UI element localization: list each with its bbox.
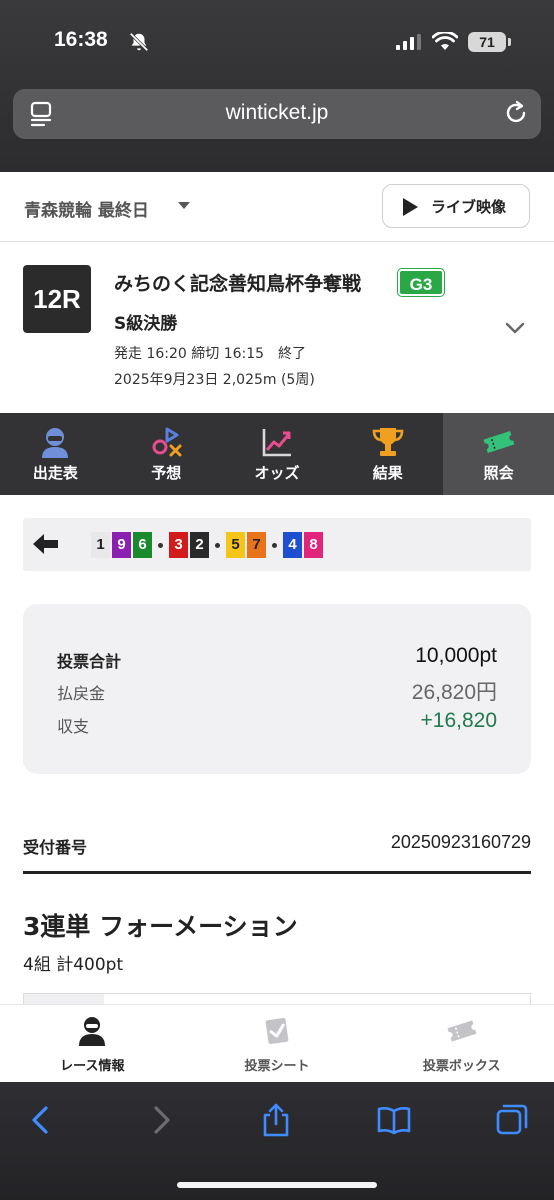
tab-entries-label: 出走表 bbox=[32, 464, 78, 482]
caret-down-icon[interactable] bbox=[178, 202, 190, 209]
venue-header: 青森競輪 最終日 ライブ映像 bbox=[0, 172, 554, 242]
summary-total-row: 投票合計 10,000pt bbox=[57, 644, 497, 672]
battery-indicator: 71 bbox=[468, 32, 511, 52]
trophy-icon bbox=[372, 428, 404, 456]
ticket-box-icon bbox=[447, 1020, 477, 1042]
arrow-left-icon bbox=[33, 534, 58, 554]
bet-type-heading: 3連単 フォーメーション bbox=[23, 912, 298, 941]
tab-inquiry[interactable]: 照会 bbox=[443, 413, 554, 495]
balance-label: 収支 bbox=[57, 717, 90, 736]
lineup-bike-number: 4 bbox=[283, 532, 302, 558]
live-video-button[interactable]: ライブ映像 bbox=[382, 184, 530, 228]
chevron-down-icon[interactable] bbox=[504, 317, 526, 339]
nav-race-info-label: レース情報 bbox=[60, 1059, 125, 1074]
tab-prediction-label: 予想 bbox=[151, 464, 182, 482]
nav-ticket-box[interactable]: 投票ボックス bbox=[369, 1005, 554, 1082]
tab-prediction[interactable]: 予想 bbox=[111, 413, 222, 495]
total-value: 10,000pt bbox=[415, 644, 497, 667]
lineup-numbers: 196325748 bbox=[91, 532, 325, 558]
tab-inquiry-label: 照会 bbox=[483, 464, 514, 482]
ticket-icon bbox=[483, 431, 515, 453]
url-text[interactable]: winticket.jp bbox=[13, 101, 541, 125]
nav-bet-sheet[interactable]: 投票シート bbox=[185, 1005, 370, 1082]
race-number-badge: 12R bbox=[23, 265, 91, 333]
lineup-bike-number: 3 bbox=[169, 532, 188, 558]
share-icon[interactable] bbox=[258, 1102, 294, 1138]
cellular-signal-icon bbox=[396, 34, 421, 50]
tab-results[interactable]: 結果 bbox=[332, 413, 443, 495]
balance-value: +16,820 bbox=[420, 709, 498, 732]
home-indicator bbox=[177, 1182, 377, 1188]
lineup-bike-number: 7 bbox=[247, 532, 266, 558]
receipt-number: 20250923160729 bbox=[390, 832, 531, 852]
lineup-separator-dot bbox=[158, 542, 163, 548]
odds-chart-icon bbox=[262, 429, 291, 457]
tab-results-label: 結果 bbox=[372, 464, 403, 482]
wifi-icon bbox=[432, 32, 458, 50]
tab-odds-label: オッズ bbox=[254, 464, 300, 482]
lineup-bike-number: 1 bbox=[91, 532, 110, 558]
lineup-bike-number: 6 bbox=[133, 532, 152, 558]
bell-muted-icon bbox=[129, 32, 149, 52]
tabs-icon[interactable] bbox=[494, 1102, 530, 1138]
race-subtitle: S級決勝 bbox=[114, 314, 178, 334]
grade-badge: G3 bbox=[398, 269, 444, 296]
race-date-distance: 2025年9月23日 2,025m (5周) bbox=[114, 372, 315, 388]
receipt-label: 受付番号 bbox=[23, 838, 88, 857]
back-icon[interactable] bbox=[24, 1102, 60, 1138]
bet-count: 4組 計400pt bbox=[23, 955, 124, 975]
status-bar: 16:38 71 bbox=[0, 24, 554, 60]
payout-value: 26,820円 bbox=[411, 681, 497, 704]
status-time: 16:38 bbox=[54, 28, 108, 51]
racer-icon bbox=[42, 428, 69, 458]
race-title: みちのく記念善知鳥杯争奪戦 bbox=[114, 273, 362, 295]
nav-ticket-box-label: 投票ボックス bbox=[422, 1059, 501, 1074]
live-video-label: ライブ映像 bbox=[431, 198, 507, 216]
race-tabs: 出走表 予想 オッズ 結果 照会 bbox=[0, 413, 554, 495]
address-bar[interactable]: winticket.jp bbox=[13, 89, 541, 139]
lineup-bike-number: 9 bbox=[112, 532, 131, 558]
bet-sheet-icon bbox=[265, 1017, 289, 1045]
receipt-row: 受付番号 20250923160729 bbox=[23, 830, 531, 874]
prediction-icon bbox=[152, 427, 182, 457]
nav-race-info[interactable]: レース情報 bbox=[0, 1005, 185, 1082]
bookmarks-icon[interactable] bbox=[376, 1102, 412, 1138]
browser-chrome: 16:38 71 winticket.jp bbox=[0, 0, 554, 172]
bet-summary-card: 投票合計 10,000pt 払戻金 26,820円 収支 +16,820 bbox=[23, 604, 531, 774]
venue-selector[interactable]: 青森競輪 最終日 bbox=[24, 196, 149, 221]
tab-odds[interactable]: オッズ bbox=[222, 413, 333, 495]
lineup-separator-dot bbox=[215, 542, 220, 548]
racer-icon bbox=[79, 1017, 106, 1046]
summary-balance-row: 収支 +16,820 bbox=[57, 709, 497, 737]
payout-label: 払戻金 bbox=[57, 684, 106, 703]
reload-icon[interactable] bbox=[503, 100, 529, 126]
lineup-bike-number: 2 bbox=[190, 532, 209, 558]
lineup-bike-number: 8 bbox=[304, 532, 323, 558]
nav-bet-sheet-label: 投票シート bbox=[244, 1059, 310, 1074]
forward-icon[interactable] bbox=[142, 1102, 178, 1138]
race-lineup: 196325748 bbox=[23, 518, 531, 571]
tab-entries[interactable]: 出走表 bbox=[0, 413, 111, 495]
lineup-separator-dot bbox=[272, 542, 277, 548]
app-bottom-nav: レース情報 投票シート 投票ボックス bbox=[0, 1004, 554, 1082]
total-label: 投票合計 bbox=[57, 652, 122, 671]
play-icon bbox=[403, 198, 418, 216]
summary-payout-row: 払戻金 26,820円 bbox=[57, 676, 497, 704]
race-info[interactable]: 12R みちのく記念善知鳥杯争奪戦 G3 S級決勝 発走 16:20 締切 16… bbox=[0, 243, 554, 413]
race-times: 発走 16:20 締切 16:15 終了 bbox=[114, 346, 307, 362]
lineup-bike-number: 5 bbox=[226, 532, 245, 558]
